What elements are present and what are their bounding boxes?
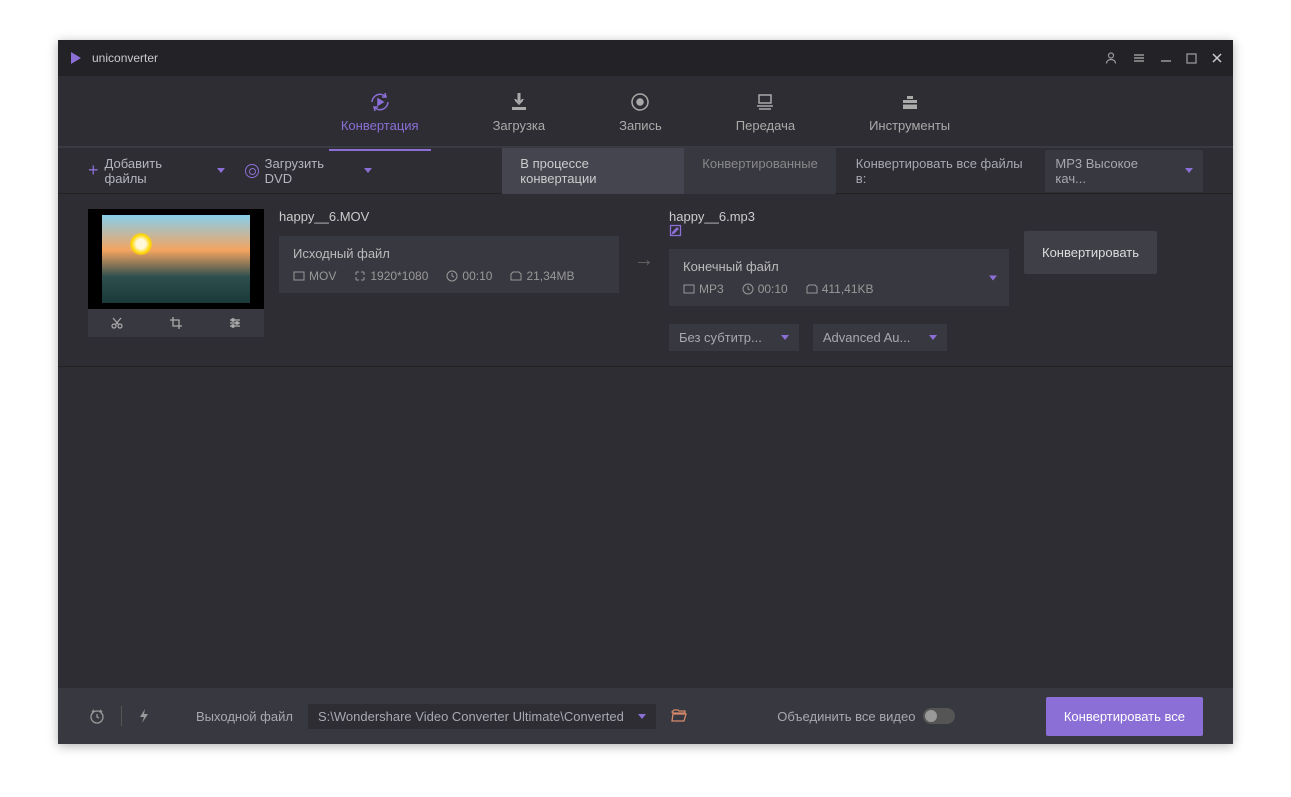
minimize-icon[interactable] <box>1160 52 1172 64</box>
subtitle-label: Без субтитр... <box>679 330 762 345</box>
chevron-down-icon <box>217 168 225 173</box>
plus-icon: + <box>88 160 99 181</box>
chevron-down-icon <box>989 275 997 280</box>
convert-all-button[interactable]: Конвертировать все <box>1046 697 1203 736</box>
target-meta: MP3 00:10 411,41KB <box>683 282 995 296</box>
source-format: MOV <box>293 269 336 283</box>
transfer-icon <box>753 90 777 114</box>
format-selected-label: MP3 Высокое кач... <box>1055 156 1171 186</box>
audio-select[interactable]: Advanced Au... <box>813 324 947 351</box>
subtitle-select[interactable]: Без субтитр... <box>669 324 799 351</box>
open-folder-icon[interactable] <box>671 709 687 723</box>
chevron-down-icon <box>929 335 937 340</box>
effects-icon[interactable] <box>205 309 264 337</box>
record-icon <box>628 90 652 114</box>
merge-toggle[interactable] <box>923 708 955 724</box>
source-col: happy__6.MOV Исходный файл MOV 1920*1080… <box>279 209 619 293</box>
sub-tabs: В процессе конвертации Конвертированные <box>502 148 836 194</box>
add-files-label: Добавить файлы <box>105 156 207 186</box>
audio-label: Advanced Au... <box>823 330 910 345</box>
menu-icon[interactable] <box>1132 51 1146 65</box>
chevron-down-icon <box>781 335 789 340</box>
titlebar-left: uniconverter <box>68 50 158 66</box>
thumbnail-tools <box>88 309 264 337</box>
close-icon[interactable] <box>1211 52 1223 64</box>
convert-all-to-label: Конвертировать все файлы в: <box>856 156 1036 186</box>
schedule-icon[interactable] <box>88 707 106 725</box>
tab-label: Запись <box>619 118 662 133</box>
tab-label: Инструменты <box>869 118 950 133</box>
merge-label: Объединить все видео <box>777 709 915 724</box>
convert-button[interactable]: Конвертировать <box>1024 231 1157 274</box>
arrow-icon: → <box>634 249 654 272</box>
file-row: happy__6.MOV Исходный файл MOV 1920*1080… <box>58 194 1233 367</box>
app-window: uniconverter Конвертация Загрузка Запись… <box>58 40 1233 744</box>
trim-icon[interactable] <box>88 309 147 337</box>
thumbnail-wrap <box>88 209 264 337</box>
app-title: uniconverter <box>92 51 158 65</box>
target-duration: 00:10 <box>742 282 788 296</box>
load-dvd-label: Загрузить DVD <box>265 156 355 186</box>
output-format-select[interactable]: MP3 Высокое кач... <box>1045 150 1203 192</box>
target-box-title: Конечный файл <box>683 259 995 274</box>
sub-tab-in-progress[interactable]: В процессе конвертации <box>502 148 684 194</box>
output-path-select[interactable]: S:\Wondershare Video Converter Ultimate\… <box>308 704 656 729</box>
output-path-value: S:\Wondershare Video Converter Ultimate\… <box>318 709 624 724</box>
chevron-down-icon <box>1185 168 1193 173</box>
edit-filename-icon[interactable] <box>669 224 1009 237</box>
tab-tools[interactable]: Инструменты <box>857 82 962 141</box>
tab-convert[interactable]: Конвертация <box>329 82 431 141</box>
source-duration: 00:10 <box>446 269 492 283</box>
target-file-box[interactable]: Конечный файл MP3 00:10 411,41KB <box>669 249 1009 306</box>
video-thumbnail[interactable] <box>88 209 264 309</box>
target-filename: happy__6.mp3 <box>669 209 1009 237</box>
maximize-icon[interactable] <box>1186 53 1197 64</box>
source-resolution: 1920*1080 <box>354 269 428 283</box>
file-info: happy__6.MOV Исходный файл MOV 1920*1080… <box>279 209 1203 351</box>
divider <box>121 706 122 726</box>
sub-tab-converted[interactable]: Конвертированные <box>684 148 836 194</box>
source-meta: MOV 1920*1080 00:10 21,34MB <box>293 269 605 283</box>
source-file-box: Исходный файл MOV 1920*1080 00:10 21,34M… <box>279 236 619 293</box>
source-size: 21,34MB <box>510 269 574 283</box>
tab-label: Передача <box>736 118 795 133</box>
main-tabs: Конвертация Загрузка Запись Передача Инс… <box>58 76 1233 148</box>
user-icon[interactable] <box>1104 51 1118 65</box>
toolbar: + Добавить файлы Загрузить DVD В процесс… <box>58 148 1233 194</box>
tools-icon <box>898 90 922 114</box>
source-filename: happy__6.MOV <box>279 209 619 224</box>
output-path-label: Выходной файл <box>196 709 293 724</box>
tab-label: Загрузка <box>493 118 546 133</box>
chevron-down-icon <box>638 714 646 719</box>
tab-download[interactable]: Загрузка <box>481 82 558 141</box>
bottombar: Выходной файл S:\Wondershare Video Conve… <box>58 688 1233 744</box>
convert-icon <box>368 90 392 114</box>
chevron-down-icon <box>364 168 372 173</box>
source-box-title: Исходный файл <box>293 246 605 261</box>
window-controls <box>1104 51 1223 65</box>
disc-icon <box>245 164 259 178</box>
tab-record[interactable]: Запись <box>607 82 674 141</box>
target-size: 411,41KB <box>806 282 874 296</box>
toolbar-right: Конвертировать все файлы в: MP3 Высокое … <box>856 150 1203 192</box>
target-dropdowns: Без субтитр... Advanced Au... <box>669 324 1009 351</box>
crop-icon[interactable] <box>147 309 206 337</box>
tab-label: Конвертация <box>341 118 419 133</box>
merge-wrap: Объединить все видео <box>777 708 955 724</box>
titlebar: uniconverter <box>58 40 1233 76</box>
tab-transfer[interactable]: Передача <box>724 82 807 141</box>
app-logo-icon <box>68 50 84 66</box>
load-dvd-button[interactable]: Загрузить DVD <box>245 156 373 186</box>
file-list: happy__6.MOV Исходный файл MOV 1920*1080… <box>58 194 1233 688</box>
download-icon <box>507 90 531 114</box>
target-format: MP3 <box>683 282 724 296</box>
add-files-button[interactable]: + Добавить файлы <box>88 156 225 186</box>
target-col: happy__6.mp3 Конечный файл MP3 00:10 411… <box>669 209 1009 351</box>
speed-icon[interactable] <box>137 707 151 725</box>
